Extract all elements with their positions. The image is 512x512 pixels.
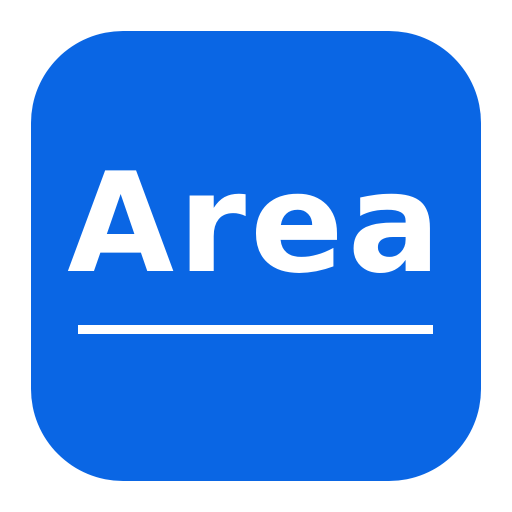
area-app-icon[interactable]: Area (31, 31, 481, 481)
app-icon-label: Area (67, 143, 445, 304)
icon-canvas: Area (0, 0, 512, 512)
label-underline (78, 325, 433, 334)
